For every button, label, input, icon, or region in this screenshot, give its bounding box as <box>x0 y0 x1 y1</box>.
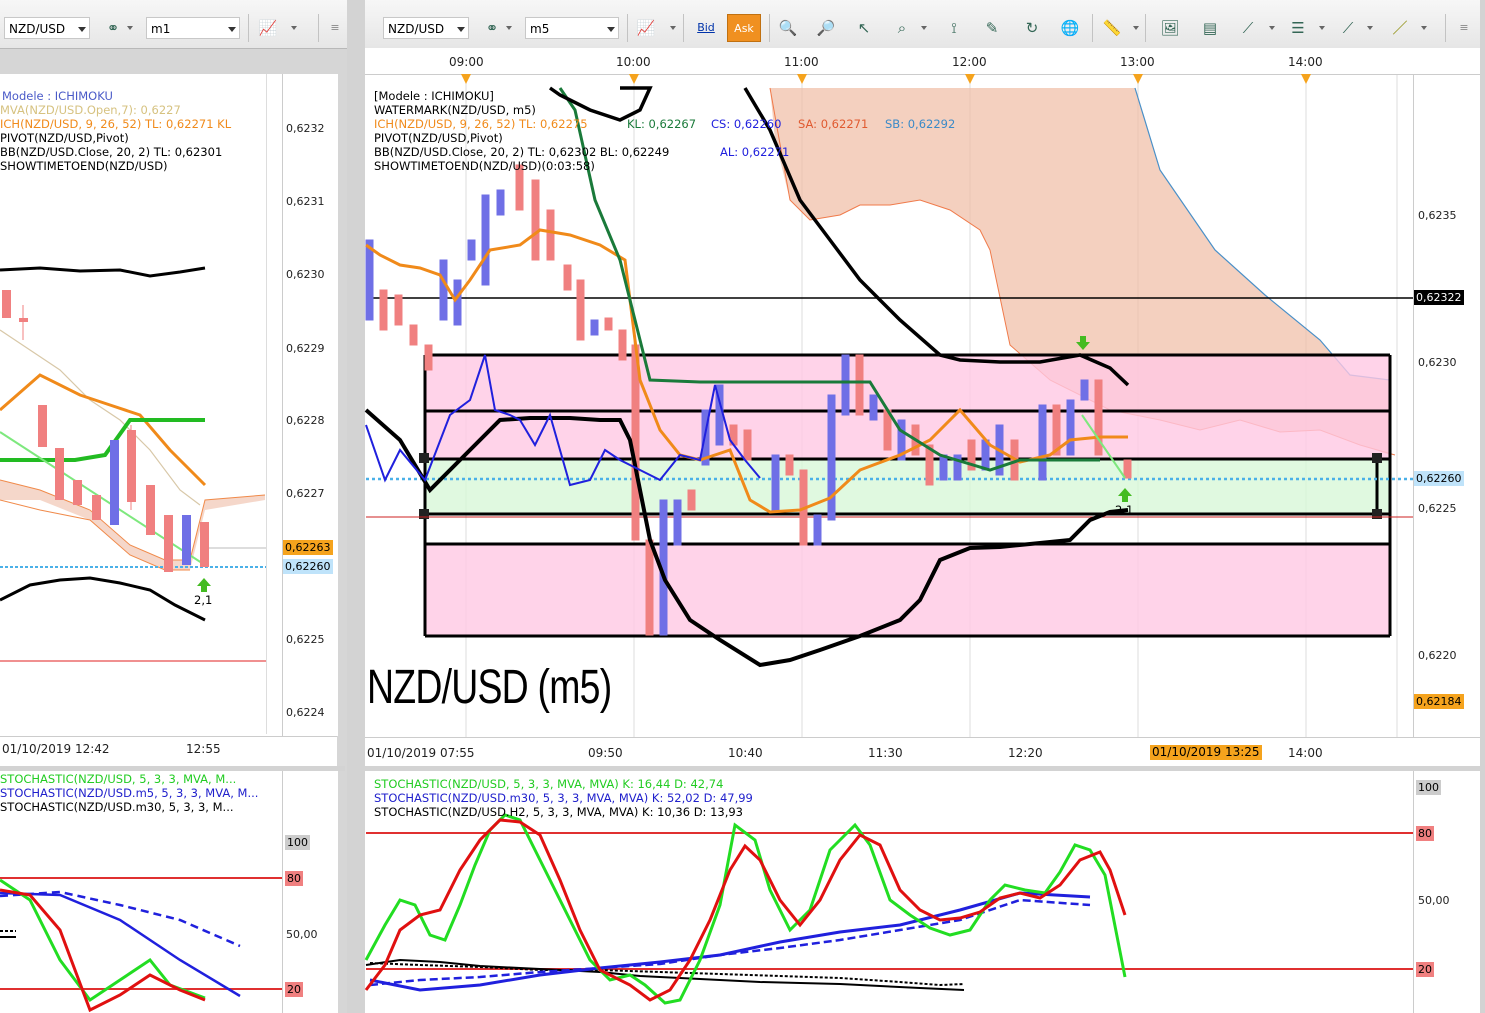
right-edge <box>1480 0 1485 1013</box>
main-stoch-tick-50: 50,00 <box>1418 894 1450 907</box>
main-stoch-tick-100: 100 <box>1416 780 1441 795</box>
main-stochastic-graphics <box>364 813 1413 1005</box>
main-stoch-tick-80: 80 <box>1416 826 1434 841</box>
main-stoch-tick-20: 20 <box>1416 962 1434 977</box>
